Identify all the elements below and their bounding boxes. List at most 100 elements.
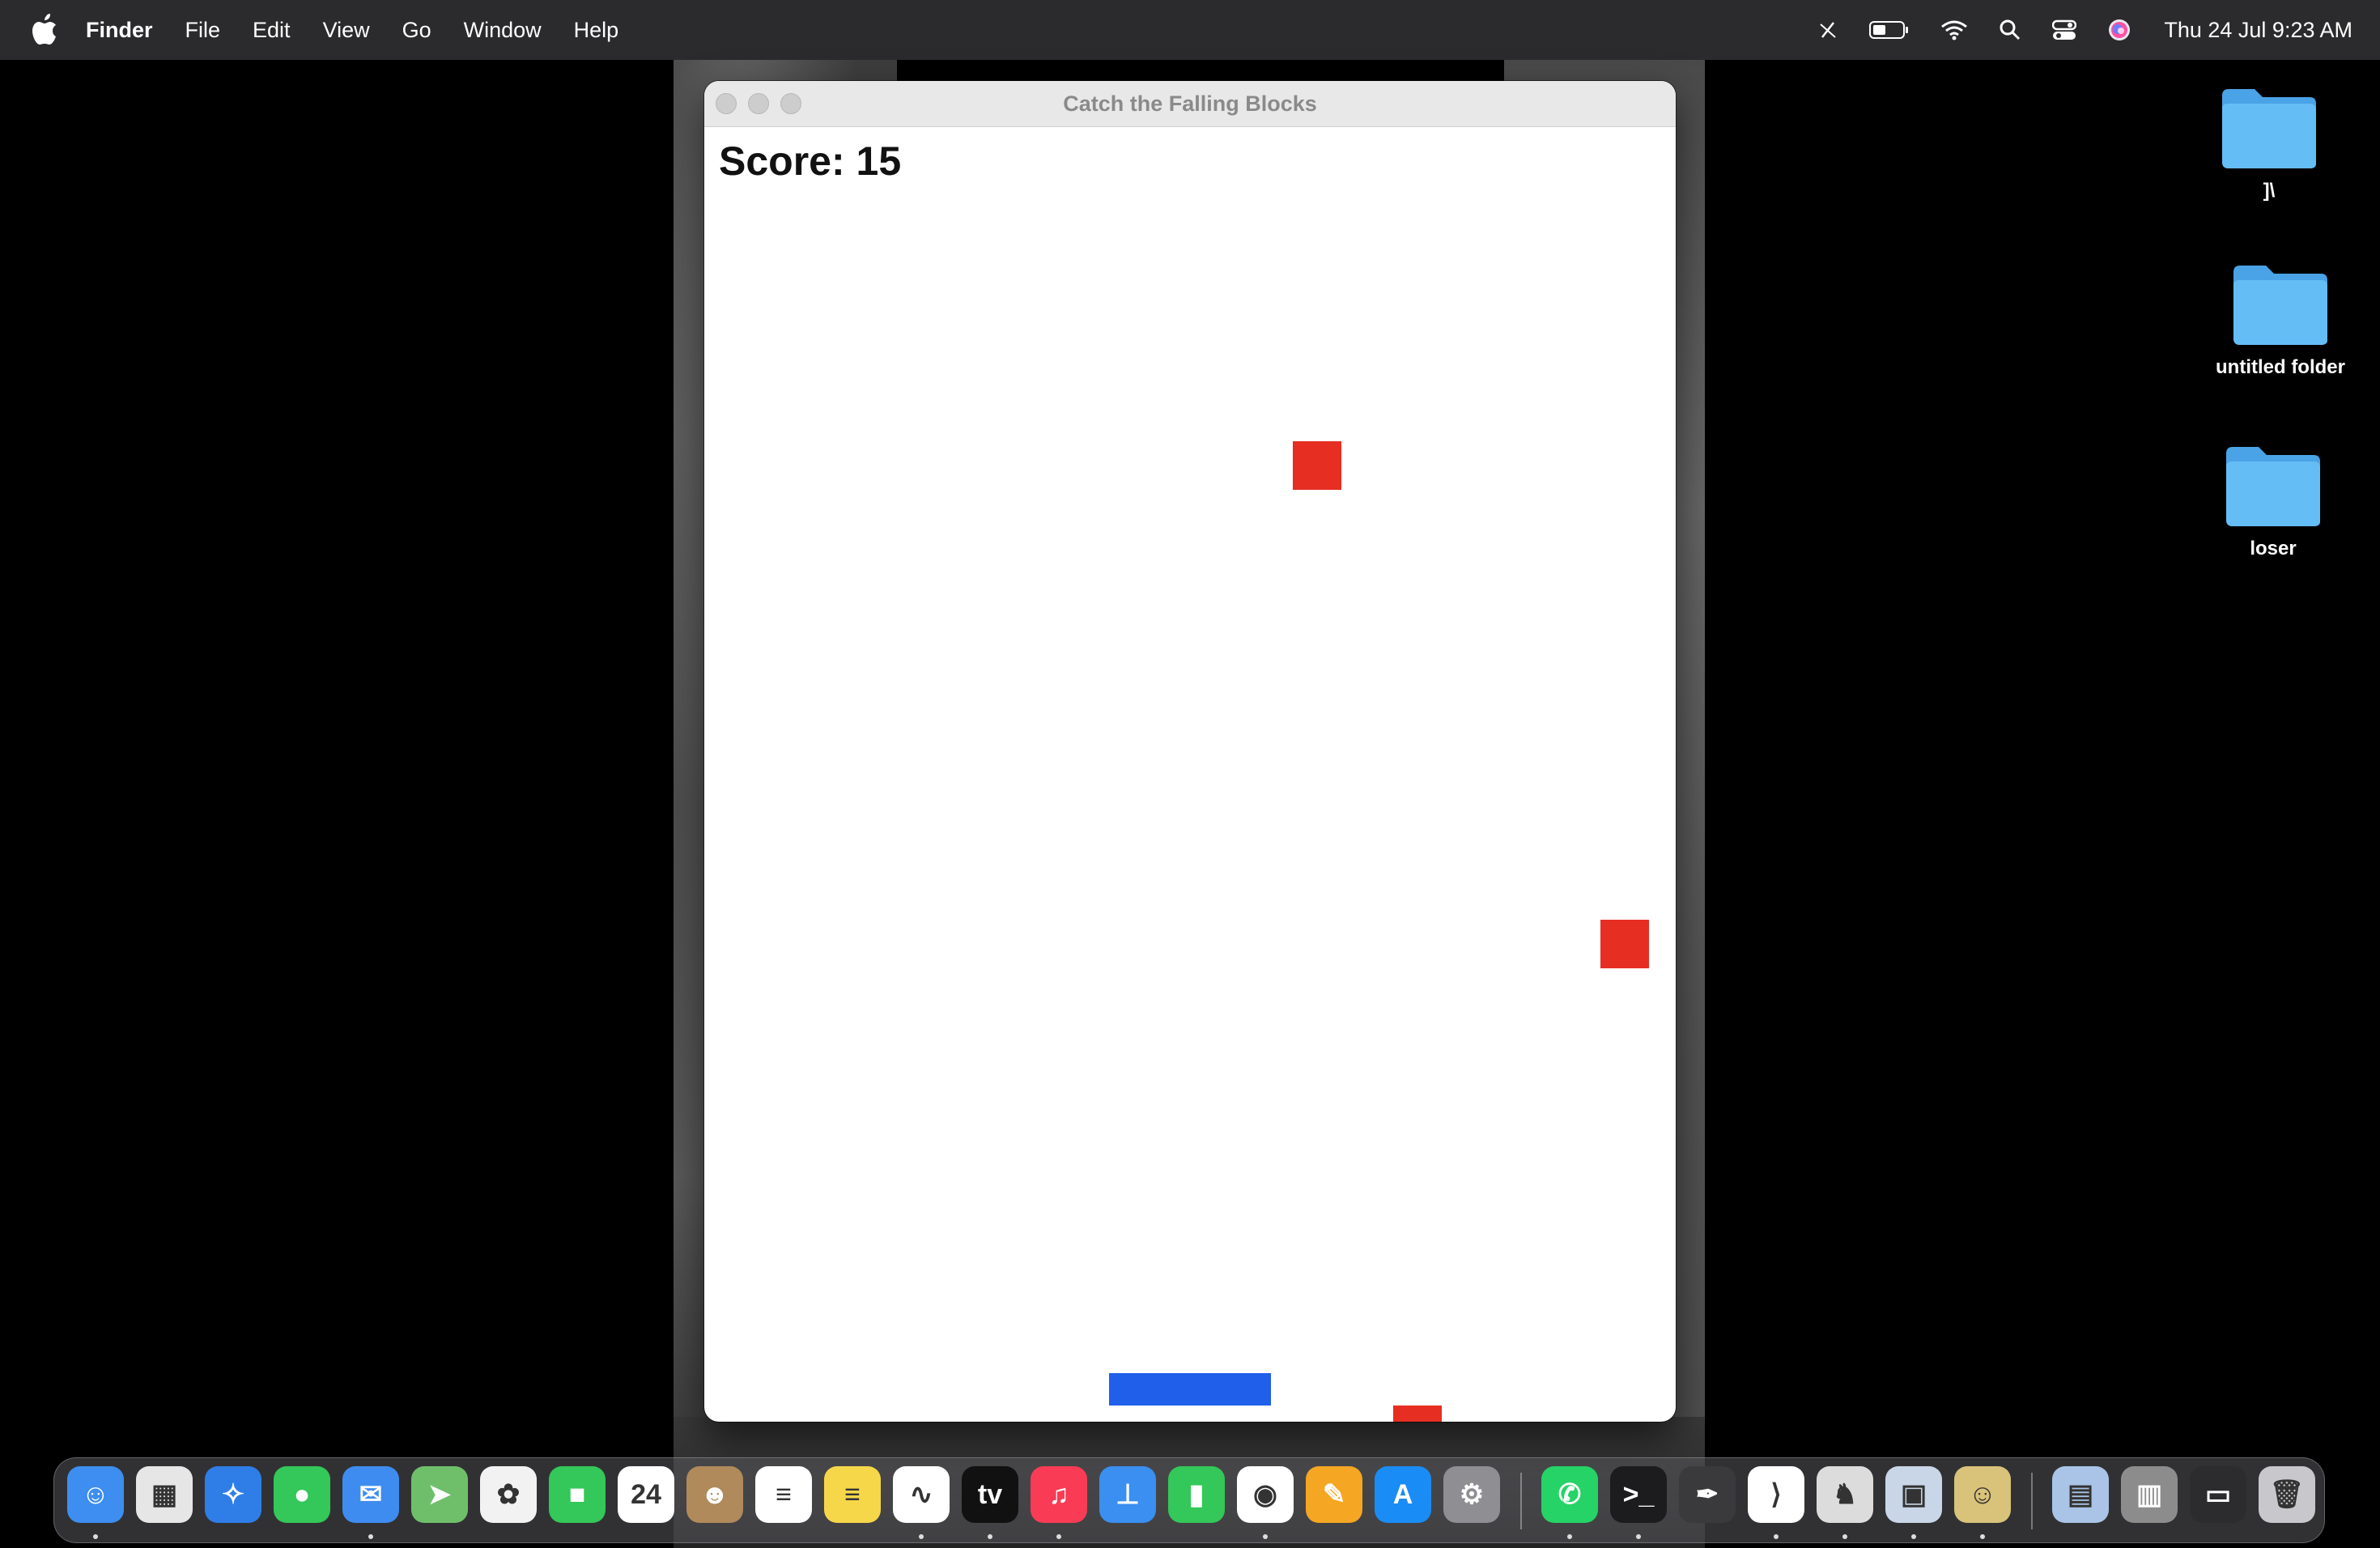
desktop-folder[interactable]: untitled folder xyxy=(2191,261,2369,379)
control-center-icon[interactable] xyxy=(2052,19,2077,41)
terminal-glyph: >_ xyxy=(1622,1478,1655,1510)
finder-icon[interactable]: ☺ xyxy=(67,1466,124,1539)
player-paddle[interactable] xyxy=(1109,1373,1271,1406)
menu-app-finder[interactable]: Finder xyxy=(86,18,153,43)
facetime-glyph: ■ xyxy=(568,1478,586,1510)
whatsapp-icon[interactable]: ✆ xyxy=(1541,1466,1598,1539)
running-indicator xyxy=(1263,1534,1268,1539)
maps-icon[interactable]: ➤ xyxy=(411,1466,468,1523)
game-window: Catch the Falling Blocks Score: 15 xyxy=(704,81,1676,1422)
music-icon[interactable]: ♫ xyxy=(1031,1466,1087,1539)
folder-icon xyxy=(2226,447,2320,526)
gimp-icon[interactable]: ☺ xyxy=(1954,1466,2011,1539)
menubar-clock[interactable]: Thu 24 Jul 9:23 AM xyxy=(2164,18,2352,43)
pen-tool-icon[interactable]: ✒ xyxy=(1679,1466,1736,1523)
falling-block xyxy=(1393,1406,1442,1422)
chess-icon[interactable]: ♞ xyxy=(1817,1466,1873,1539)
menu-view[interactable]: View xyxy=(323,18,370,43)
system-settings-icon[interactable]: ⚙ xyxy=(1443,1466,1500,1523)
safari-icon[interactable]: ✧ xyxy=(205,1466,261,1523)
status-area: Thu 24 Jul 9:23 AM xyxy=(1787,0,2352,60)
reminders-glyph: ≡ xyxy=(776,1478,792,1510)
preview-icon[interactable]: ▣ xyxy=(1885,1466,1942,1539)
folder-label: loser xyxy=(2250,538,2297,559)
app-store-icon[interactable]: A xyxy=(1375,1466,1431,1523)
menu-bar: Finder File Edit View Go Window Help Thu… xyxy=(0,0,2380,60)
mail-icon[interactable]: ✉ xyxy=(342,1466,399,1539)
messages-glyph: ● xyxy=(293,1478,311,1510)
running-indicator xyxy=(1980,1534,1985,1539)
freeform-icon[interactable]: ∿ xyxy=(893,1466,950,1539)
chrome-icon[interactable]: ◉ xyxy=(1237,1466,1294,1539)
window-titlebar[interactable]: Catch the Falling Blocks xyxy=(704,81,1676,127)
desktop-folder[interactable]: loser xyxy=(2184,442,2362,560)
dock-separator xyxy=(1520,1473,1522,1529)
running-indicator xyxy=(1636,1534,1641,1539)
facetime-icon[interactable]: ■ xyxy=(549,1466,606,1523)
app-store-glyph: A xyxy=(1392,1478,1413,1510)
folder-icon xyxy=(2233,266,2327,345)
menu-file[interactable]: File xyxy=(185,18,221,43)
folder-label: ]\ xyxy=(2263,180,2276,202)
calendar-glyph: 24 xyxy=(631,1478,661,1510)
window-title: Catch the Falling Blocks xyxy=(1063,91,1317,116)
contacts-icon[interactable]: ☻ xyxy=(686,1466,743,1523)
documents-stack-glyph: ▥ xyxy=(2136,1479,2163,1510)
apple-menu-icon[interactable] xyxy=(31,14,58,46)
finder-glyph: ☺ xyxy=(81,1478,110,1510)
trash-icon[interactable]: 🗑 xyxy=(2259,1466,2315,1523)
music-glyph: ♫ xyxy=(1048,1478,1069,1510)
keynote-icon[interactable]: ⊥ xyxy=(1099,1466,1156,1523)
menu-window[interactable]: Window xyxy=(464,18,542,43)
chess-glyph: ♞ xyxy=(1832,1479,1858,1510)
archive-icon[interactable]: ▤ xyxy=(2052,1466,2109,1523)
wifi-icon[interactable] xyxy=(1940,19,1968,40)
preview-glyph: ▣ xyxy=(1900,1479,1927,1510)
vscode-icon[interactable]: ⟩ xyxy=(1748,1466,1804,1539)
folder-label: untitled folder xyxy=(2216,356,2345,378)
running-indicator xyxy=(1056,1534,1061,1539)
desktop-folder[interactable]: ]\ xyxy=(2180,84,2358,202)
system-settings-glyph: ⚙ xyxy=(1459,1479,1485,1510)
running-indicator xyxy=(1567,1534,1572,1539)
pages-glyph: ✎ xyxy=(1322,1479,1346,1510)
menu-edit[interactable]: Edit xyxy=(253,18,291,43)
pages-icon[interactable]: ✎ xyxy=(1306,1466,1362,1523)
pen-slash-icon[interactable] xyxy=(1817,19,1838,40)
freeform-glyph: ∿ xyxy=(909,1479,933,1510)
documents-stack-icon[interactable]: ▥ xyxy=(2121,1466,2178,1523)
maps-glyph: ➤ xyxy=(427,1479,452,1510)
battery-icon[interactable] xyxy=(1869,19,1910,40)
photos-glyph: ✿ xyxy=(496,1479,521,1510)
running-indicator xyxy=(988,1534,992,1539)
vscode-glyph: ⟩ xyxy=(1770,1479,1782,1510)
apple-tv-icon[interactable]: tv xyxy=(962,1466,1018,1539)
photos-icon[interactable]: ✿ xyxy=(480,1466,537,1523)
running-indicator xyxy=(93,1534,98,1539)
notes-icon[interactable]: ≡ xyxy=(824,1466,881,1523)
desktop-stack-icon[interactable]: ▭ xyxy=(2190,1466,2246,1523)
menu-go[interactable]: Go xyxy=(402,18,431,43)
launchpad-glyph: ▦ xyxy=(151,1479,178,1510)
whatsapp-glyph: ✆ xyxy=(1558,1479,1582,1510)
terminal-icon[interactable]: >_ xyxy=(1610,1466,1667,1539)
launchpad-icon[interactable]: ▦ xyxy=(136,1466,193,1523)
siri-icon[interactable] xyxy=(2107,18,2131,42)
safari-glyph: ✧ xyxy=(221,1479,245,1510)
running-indicator xyxy=(1774,1534,1779,1539)
notes-glyph: ≡ xyxy=(844,1478,861,1510)
apple-tv-glyph: tv xyxy=(977,1478,1003,1510)
mail-glyph: ✉ xyxy=(359,1479,383,1510)
search-icon[interactable] xyxy=(1999,19,2021,41)
numbers-icon[interactable]: ▮ xyxy=(1168,1466,1225,1523)
running-indicator xyxy=(919,1534,924,1539)
chrome-glyph: ◉ xyxy=(1253,1479,1277,1510)
menu-help[interactable]: Help xyxy=(574,18,619,43)
dock: ☺ ▦ ✧ ● ✉ ➤ ✿ ■ 24 ☻ ≡ ≡ ∿ tv ♫ ⊥ ▮ ◉ ✎ A ⚙ ✆ >_ ✒ ⟩ ♞ ▣ ☺ ▤ ▥ ▭ 🗑 xyxy=(53,1457,2325,1543)
calendar-icon[interactable]: 24 xyxy=(618,1466,674,1523)
trash-glyph: 🗑 xyxy=(2269,1479,2305,1510)
falling-block xyxy=(1293,441,1341,490)
reminders-icon[interactable]: ≡ xyxy=(755,1466,812,1523)
score-label: Score: 15 xyxy=(719,138,902,184)
messages-icon[interactable]: ● xyxy=(274,1466,330,1523)
